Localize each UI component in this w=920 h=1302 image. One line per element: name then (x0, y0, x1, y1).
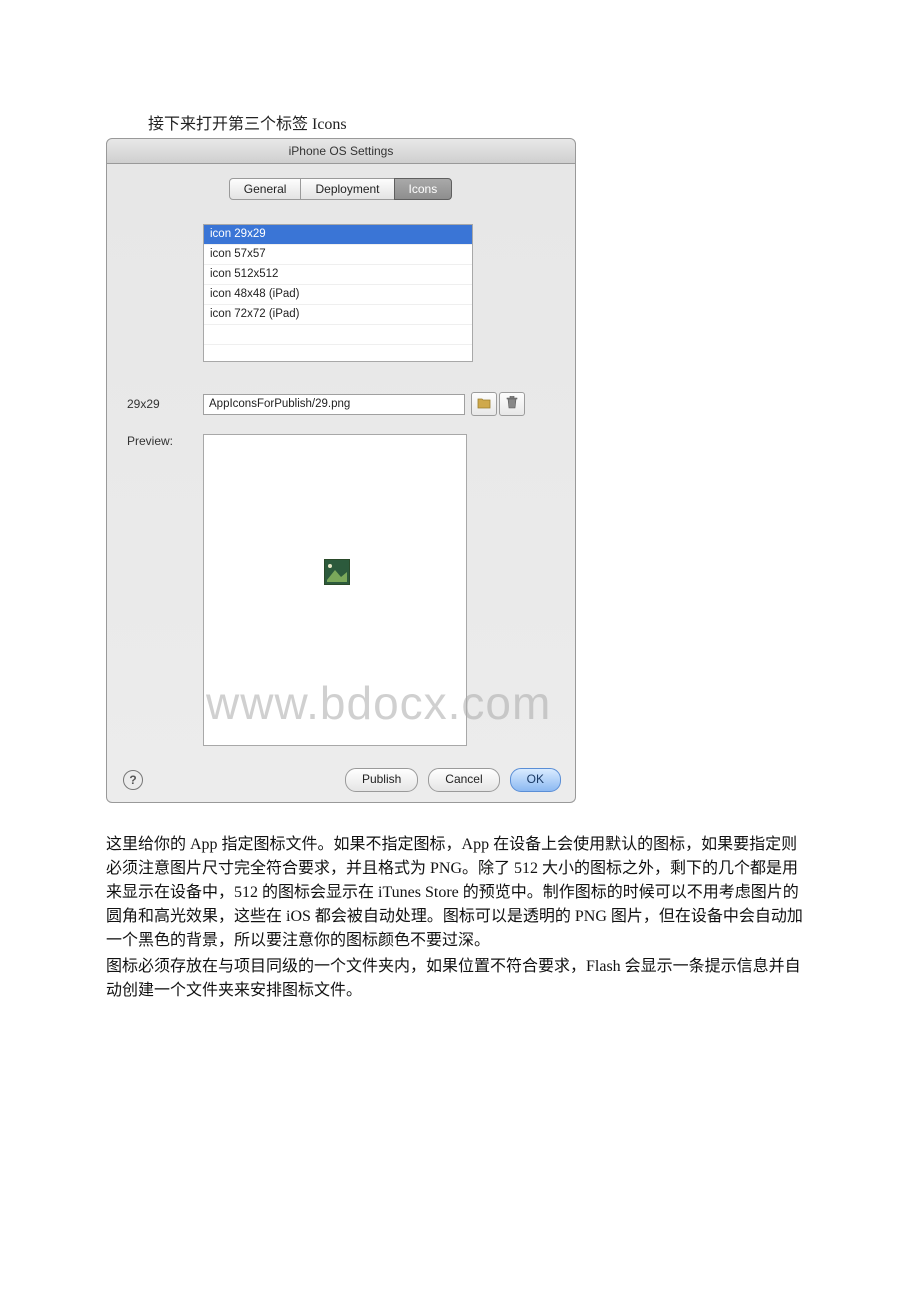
tab-icons[interactable]: Icons (394, 178, 453, 200)
preview-thumbnail (324, 559, 350, 585)
browse-button[interactable] (471, 392, 497, 416)
list-item[interactable]: icon 29x29 (204, 225, 472, 245)
preview-area (203, 434, 467, 746)
paragraph: 图标必须存放在与项目同级的一个文件夹内，如果位置不符合要求，Flash 会显示一… (106, 955, 806, 1003)
settings-dialog: iPhone OS Settings General Deployment Ic… (106, 138, 576, 803)
explanation-text: 这里给你的 App 指定图标文件。如果不指定图标，App 在设备上会使用默认的图… (106, 833, 806, 1003)
help-button[interactable]: ? (123, 770, 143, 790)
section-caption: 接下来打开第三个标签 Icons (148, 110, 920, 134)
ok-button[interactable]: OK (510, 768, 561, 792)
dialog-body: General Deployment Icons icon 29x29 icon… (106, 164, 576, 803)
list-item[interactable]: icon 72x72 (iPad) (204, 305, 472, 325)
folder-icon (477, 397, 491, 412)
list-item (204, 325, 472, 345)
cancel-button[interactable]: Cancel (428, 768, 499, 792)
publish-button[interactable]: Publish (345, 768, 418, 792)
paragraph: 这里给你的 App 指定图标文件。如果不指定图标，App 在设备上会使用默认的图… (106, 833, 806, 953)
tab-general[interactable]: General (229, 178, 302, 200)
icon-size-list[interactable]: icon 29x29 icon 57x57 icon 512x512 icon … (203, 224, 473, 362)
list-item (204, 345, 472, 362)
tab-deployment[interactable]: Deployment (300, 178, 394, 200)
list-item[interactable]: icon 512x512 (204, 265, 472, 285)
list-item[interactable]: icon 57x57 (204, 245, 472, 265)
trash-icon (506, 396, 518, 412)
size-label: 29x29 (121, 397, 203, 411)
preview-label: Preview: (121, 434, 203, 448)
icon-path-input[interactable]: AppIconsForPublish/29.png (203, 394, 465, 415)
window-title: iPhone OS Settings (106, 138, 576, 164)
tab-bar: General Deployment Icons (121, 178, 561, 200)
delete-button[interactable] (499, 392, 525, 416)
list-item[interactable]: icon 48x48 (iPad) (204, 285, 472, 305)
